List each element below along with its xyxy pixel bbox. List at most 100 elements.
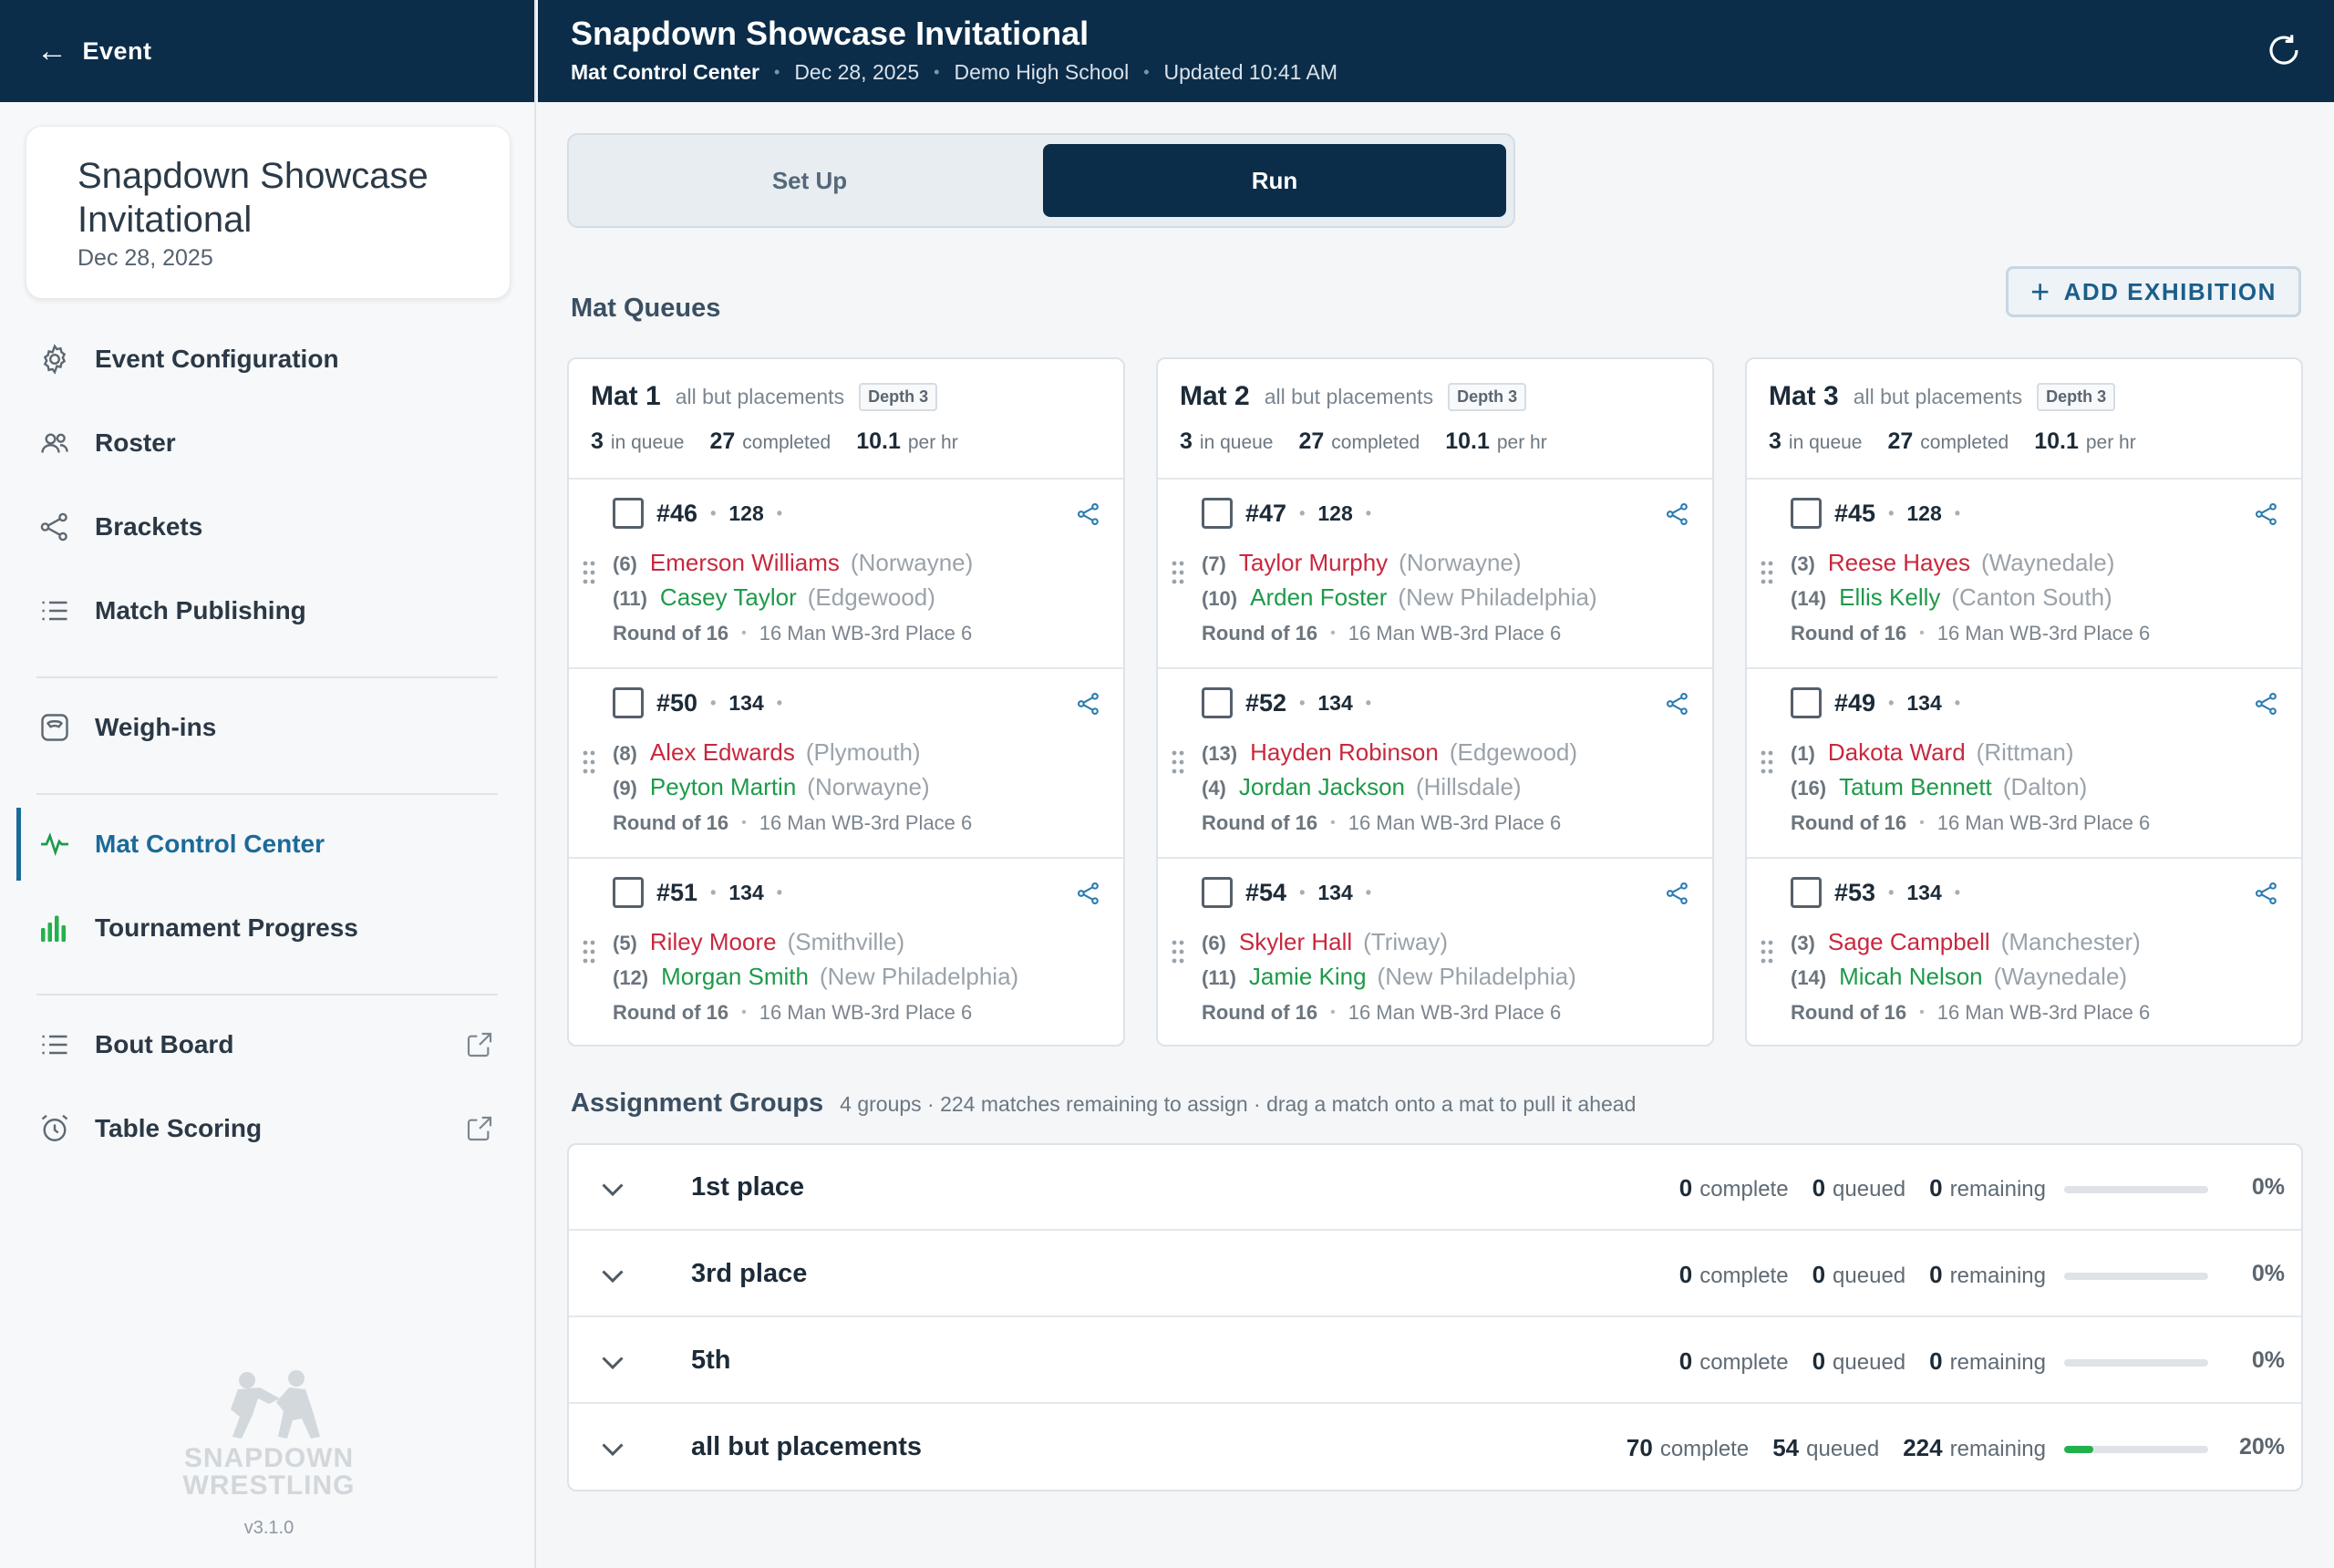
share-icon[interactable] bbox=[2254, 881, 2279, 911]
sidebar-item-bout-board[interactable]: Bout Board bbox=[0, 1003, 536, 1087]
match-checkbox[interactable] bbox=[1791, 498, 1822, 529]
wrestler-name: Jamie King bbox=[1248, 963, 1367, 990]
share-icon[interactable] bbox=[1076, 501, 1101, 531]
chevron-down-icon[interactable] bbox=[596, 1259, 629, 1296]
share-icon[interactable] bbox=[2254, 691, 2279, 721]
match-checkbox[interactable] bbox=[1791, 687, 1822, 718]
separator-dot: • bbox=[1330, 815, 1336, 830]
match-card[interactable]: #52 • 134 • (13) Hayden Robinson (Edgewood) (4)… bbox=[1158, 669, 1712, 859]
drag-handle-icon[interactable] bbox=[582, 560, 596, 585]
match-heading: #52 • 134 • bbox=[1245, 689, 1384, 717]
refresh-button[interactable] bbox=[2265, 31, 2303, 74]
sidebar-item-match-publishing[interactable]: Match Publishing bbox=[0, 569, 536, 653]
match-checkbox[interactable] bbox=[613, 687, 644, 718]
sidebar-item-tournament-progress[interactable]: Tournament Progress bbox=[0, 886, 536, 970]
share-icon[interactable] bbox=[1665, 501, 1690, 531]
drag-handle-icon[interactable] bbox=[1171, 939, 1185, 965]
group-percent: 20% bbox=[2238, 1434, 2285, 1460]
wrestler-name: Taylor Murphy bbox=[1238, 549, 1389, 576]
mat-stat-completed: 27 completed bbox=[1298, 428, 1420, 455]
match-checkbox[interactable] bbox=[613, 498, 644, 529]
sidebar-item-event-configuration[interactable]: Event Configuration bbox=[0, 317, 536, 401]
match-heading: #49 • 134 • bbox=[1834, 689, 1973, 717]
breadcrumb-current: Mat Control Center bbox=[571, 60, 759, 84]
match-round: Round of 16 • 16 Man WB-3rd Place 6 bbox=[1202, 811, 1561, 835]
share-icon[interactable] bbox=[1076, 881, 1101, 911]
weight-class: 134 bbox=[1317, 881, 1353, 904]
wrestler-name: Tatum Bennett bbox=[1839, 773, 1992, 800]
drag-handle-icon[interactable] bbox=[582, 749, 596, 775]
match-checkbox[interactable] bbox=[1202, 877, 1233, 908]
sidebar-item-roster[interactable]: Roster bbox=[0, 401, 536, 485]
drag-handle-icon[interactable] bbox=[1171, 560, 1185, 585]
logo-line-1: SNAPDOWN bbox=[183, 1443, 355, 1473]
drag-handle-icon[interactable] bbox=[582, 939, 596, 965]
share-icon[interactable] bbox=[1076, 691, 1101, 721]
chevron-down-icon[interactable] bbox=[596, 1432, 629, 1470]
bout-number: #51 bbox=[656, 879, 698, 906]
sidebar-item-table-scoring[interactable]: Table Scoring bbox=[0, 1087, 536, 1171]
chevron-down-icon[interactable] bbox=[596, 1172, 629, 1210]
stat-value: 224 bbox=[1903, 1434, 1943, 1461]
match-card[interactable]: #47 • 128 • (7) Taylor Murphy (Norwayne) (10) Ar… bbox=[1158, 480, 1712, 669]
assignment-group-row[interactable]: 3rd place 0 complete 0 queued 0 remaining 0% bbox=[569, 1232, 2301, 1317]
separator-dot: • bbox=[1299, 883, 1306, 902]
back-to-event-button[interactable]: ← Event bbox=[0, 0, 534, 102]
stat-value: 0 bbox=[1812, 1261, 1826, 1288]
match-round: Round of 16 • 16 Man WB-3rd Place 6 bbox=[1202, 1001, 1561, 1025]
match-card[interactable]: #50 • 134 • (8) Alex Edwards (Plymouth) (9) Peyt… bbox=[569, 669, 1123, 859]
wrestler-seed: (7) bbox=[1202, 552, 1226, 575]
share-icon[interactable] bbox=[1665, 691, 1690, 721]
wrestler-seed: (9) bbox=[613, 777, 637, 799]
sidebar-item-label: Match Publishing bbox=[95, 596, 306, 624]
mat-header: Mat 1 all but placements Depth 3 3 in queue 2… bbox=[569, 359, 1123, 480]
match-card[interactable]: #53 • 134 • (3) Sage Campbell (Manchester) (14)… bbox=[1747, 859, 2301, 1045]
bout-number: #52 bbox=[1245, 689, 1287, 717]
page-header: Snapdown Showcase Invitational Mat Contr… bbox=[538, 0, 2334, 102]
stat-label: in queue bbox=[1788, 432, 1863, 453]
tab-run[interactable]: Run bbox=[1043, 144, 1506, 217]
green-wrestler: (11) Jamie King (New Philadelphia) bbox=[1202, 963, 1576, 991]
wrestler-name: Hayden Robinson bbox=[1250, 738, 1439, 766]
sidebar-item-weigh-ins[interactable]: Weigh-ins bbox=[0, 686, 536, 769]
group-stat-complete: 0 complete bbox=[1679, 1261, 1789, 1289]
match-card[interactable]: #49 • 134 • (1) Dakota Ward (Rittman) (16) Tatum… bbox=[1747, 669, 2301, 859]
chevron-down-icon[interactable] bbox=[596, 1346, 629, 1383]
drag-handle-icon[interactable] bbox=[1760, 939, 1774, 965]
stat-value: 27 bbox=[709, 428, 736, 454]
match-checkbox[interactable] bbox=[1202, 687, 1233, 718]
arrow-left-icon: ← bbox=[36, 34, 68, 68]
red-wrestler: (1) Dakota Ward (Rittman) bbox=[1791, 738, 2074, 767]
group-name: all but placements bbox=[691, 1432, 923, 1461]
share-icon[interactable] bbox=[2254, 501, 2279, 531]
match-card[interactable]: #51 • 134 • (5) Riley Moore (Smithville) (12) Mo… bbox=[569, 859, 1123, 1045]
match-card[interactable]: #54 • 134 • (6) Skyler Hall (Triway) (11) Jamie … bbox=[1158, 859, 1712, 1045]
red-wrestler: (3) Reese Hayes (Waynedale) bbox=[1791, 549, 2114, 577]
add-exhibition-button[interactable]: + ADD EXHIBITION bbox=[2006, 266, 2301, 317]
match-checkbox[interactable] bbox=[1791, 877, 1822, 908]
sidebar-item-mat-control-center[interactable]: Mat Control Center bbox=[0, 802, 536, 886]
match-card[interactable]: #46 • 128 • (6) Emerson Williams (Norwayne) (11… bbox=[569, 480, 1123, 669]
assignment-group-row[interactable]: 1st place 0 complete 0 queued 0 remaining 0% bbox=[569, 1145, 2301, 1231]
mat-stats: 3 in queue 27 completed 10.1 per hr bbox=[591, 428, 1101, 455]
users-icon bbox=[36, 426, 73, 460]
wrestler-name: Sage Campbell bbox=[1827, 928, 1990, 955]
group-stat-complete: 70 complete bbox=[1627, 1434, 1749, 1462]
tab-set-up[interactable]: Set Up bbox=[578, 144, 1041, 217]
assignment-group-row[interactable]: all but placements 70 complete 54 queued 224 r… bbox=[569, 1405, 2301, 1490]
assignment-group-row[interactable]: 5th 0 complete 0 queued 0 remaining 0% bbox=[569, 1318, 2301, 1404]
sidebar-item-brackets[interactable]: Brackets bbox=[0, 485, 536, 569]
match-checkbox[interactable] bbox=[613, 877, 644, 908]
mat-filter: all but placements bbox=[1264, 384, 1434, 408]
mat-name: Mat 3 bbox=[1769, 381, 1839, 411]
wrestler-seed: (13) bbox=[1202, 742, 1238, 765]
match-card[interactable]: #45 • 128 • (3) Reese Hayes (Waynedale) (14) Ell… bbox=[1747, 480, 2301, 669]
drag-handle-icon[interactable] bbox=[1760, 749, 1774, 775]
drag-handle-icon[interactable] bbox=[1171, 749, 1185, 775]
wrestler-team: (Dalton) bbox=[2002, 773, 2088, 800]
separator-dot: • bbox=[710, 694, 717, 712]
wrestler-seed: (14) bbox=[1791, 587, 1827, 610]
share-icon[interactable] bbox=[1665, 881, 1690, 911]
drag-handle-icon[interactable] bbox=[1760, 560, 1774, 585]
match-checkbox[interactable] bbox=[1202, 498, 1233, 529]
